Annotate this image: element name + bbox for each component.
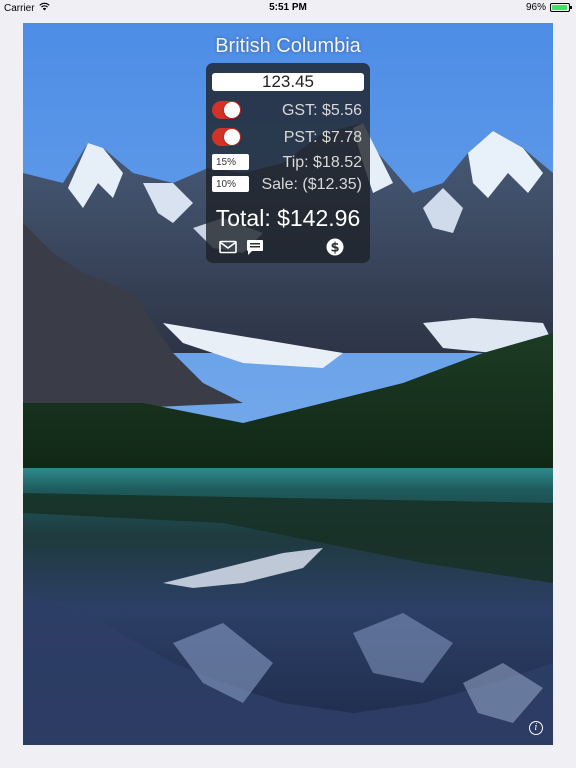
clock: 5:51 PM [269,2,307,13]
sale-value: Sale: ($12.35) [261,176,362,193]
total-amount: Total: $142.96 [215,205,361,231]
toggle-knob [224,102,240,118]
region-title[interactable]: British Columbia [23,35,553,58]
gst-value: GST: $5.56 [281,102,362,119]
pst-toggle[interactable] [212,128,241,146]
tip-percent-input[interactable] [212,154,249,170]
pst-row: PST: $7.78 [212,127,362,149]
svg-text:$: $ [330,241,339,256]
tip-row: Tip: $18.52 [212,152,362,174]
gst-row: GST: $5.56 [212,100,362,122]
gst-toggle[interactable] [212,101,241,119]
info-icon[interactable]: i [529,721,543,735]
status-bar: Carrier 5:51 PM 96% [0,0,576,20]
sale-percent-input[interactable] [212,176,249,192]
battery-icon [550,3,572,12]
envelope-icon[interactable] [218,237,238,257]
sale-row: Sale: ($12.35) [212,174,362,196]
pst-value: PST: $7.78 [283,129,362,146]
dollar-circle-icon[interactable]: $ [325,237,345,257]
amount-input[interactable] [212,73,364,91]
calculator-panel: GST: $5.56 PST: $7.78 Tip: $18.52 Sale: … [206,63,370,263]
tip-value: Tip: $18.52 [282,154,362,171]
battery-percent: 96% [525,2,546,13]
battery-level [552,5,567,10]
message-bubble-icon[interactable] [245,237,265,257]
toggle-knob [224,129,240,145]
